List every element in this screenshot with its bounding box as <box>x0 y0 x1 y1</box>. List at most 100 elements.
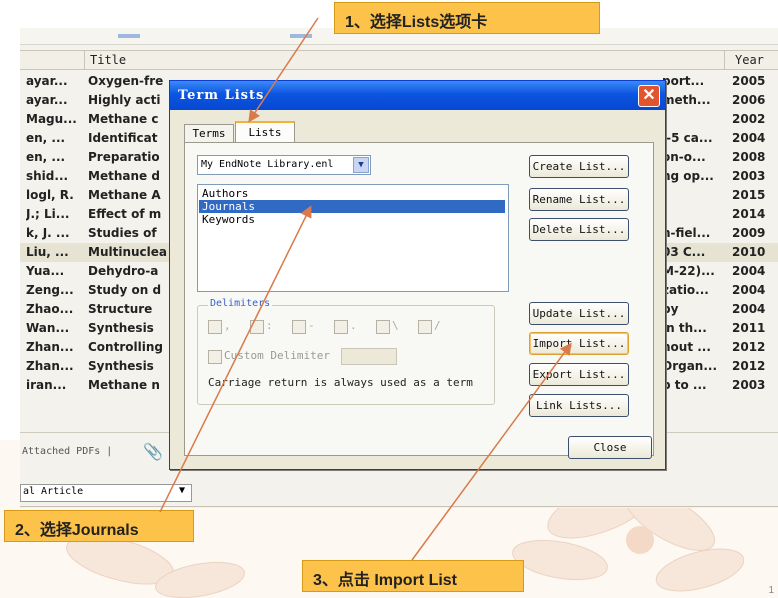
cell-title: Structure <box>88 302 153 316</box>
delimiter-checkbox[interactable] <box>292 320 306 334</box>
delimiter-label: - <box>308 319 315 332</box>
delimiter-label: . <box>350 319 357 332</box>
tab-terms[interactable]: Terms <box>184 124 234 142</box>
cell-author: Magu... <box>26 112 77 126</box>
cell-author: Yua... <box>26 264 65 278</box>
cell-right: 03 C... <box>662 245 706 259</box>
cell-year: 2012 <box>732 340 766 354</box>
cell-author: Zhan... <box>26 359 74 373</box>
cell-right: ng op... <box>662 169 714 183</box>
link-lists-button[interactable]: Link Lists... <box>529 394 629 417</box>
cell-right: zatio... <box>662 283 709 297</box>
term-lists-dialog: Term Lists ✕ Terms Lists My EndNote Libr… <box>169 80 666 470</box>
rename-list-button[interactable]: Rename List... <box>529 188 629 211</box>
cell-title: Dehydro-a <box>88 264 159 278</box>
chevron-down-icon: ▼ <box>178 485 185 496</box>
delimiter-label: , <box>224 319 231 332</box>
cell-year: 2003 <box>732 169 766 183</box>
cell-right: Organ... <box>662 359 718 373</box>
cell-title: Methane c <box>88 112 159 126</box>
list-item-keywords[interactable]: Keywords <box>199 213 505 226</box>
cell-author: Zhan... <box>26 340 74 354</box>
divider <box>20 506 778 507</box>
cell-title: Preparatio <box>88 150 160 164</box>
reference-type-select[interactable]: al Article ▼ <box>20 484 192 502</box>
delete-list-button[interactable]: Delete List... <box>529 218 629 241</box>
cell-title: Multinuclea <box>88 245 167 259</box>
cell-right: on-o... <box>662 150 706 164</box>
cell-author: Zeng... <box>26 283 74 297</box>
cell-author: Wan... <box>26 321 70 335</box>
tab-lists[interactable]: Lists <box>235 121 295 143</box>
delimiter-label: \ <box>392 319 399 332</box>
column-year[interactable]: Year <box>735 53 764 67</box>
term-lists-listbox[interactable]: Authors Journals Keywords <box>197 184 509 292</box>
dialog-titlebar[interactable]: Term Lists ✕ <box>170 81 665 110</box>
paperclip-icon[interactable]: 📎 <box>143 442 163 462</box>
cell-year: 2002 <box>732 112 766 126</box>
cell-year: 2014 <box>732 207 766 221</box>
column-title[interactable]: Title <box>90 53 126 67</box>
cell-year: 2003 <box>732 378 766 392</box>
toolbar-marker <box>290 34 312 38</box>
list-item-journals[interactable]: Journals <box>199 200 505 213</box>
cell-year: 2011 <box>732 321 766 335</box>
callout-step-1: 1、选择Lists选项卡 <box>334 2 600 34</box>
delimiter-checkbox[interactable] <box>208 320 222 334</box>
cell-author: Zhao... <box>26 302 74 316</box>
close-icon[interactable]: ✕ <box>638 85 660 107</box>
cell-title: Identificat <box>88 131 158 145</box>
toolbar-marker <box>118 34 140 38</box>
delimiter-checkbox[interactable] <box>250 320 264 334</box>
cell-author: Liu, ... <box>26 245 69 259</box>
cell-title: Methane d <box>88 169 160 183</box>
dialog-title: Term Lists <box>178 88 265 103</box>
cell-year: 2004 <box>732 283 766 297</box>
cell-year: 2008 <box>732 150 766 164</box>
cell-right: p to ... <box>662 378 707 392</box>
cell-year: 2005 <box>732 74 766 88</box>
cell-author: logl, R. <box>26 188 74 202</box>
cell-title: Synthesis <box>88 359 154 373</box>
cell-author: iran... <box>26 378 67 392</box>
library-select[interactable]: My EndNote Library.enl ▼ <box>197 155 371 175</box>
reference-list-header: Title Year <box>20 50 778 70</box>
cell-title: Study on d <box>88 283 162 297</box>
cell-year: 2012 <box>732 359 766 373</box>
page-number: 1 <box>768 585 774 596</box>
delimiters-group: Delimiters , : - . \ / Custom Delimiter … <box>197 298 495 405</box>
delimiter-checkbox[interactable] <box>334 320 348 334</box>
cell-year: 2009 <box>732 226 766 240</box>
cell-right: in th... <box>662 321 707 335</box>
cell-right: py <box>662 302 679 316</box>
cell-title: Highly acti <box>88 93 161 107</box>
attached-pdfs-label[interactable]: Attached PDFs | <box>22 446 112 457</box>
create-list-button[interactable]: Create List... <box>529 155 629 178</box>
import-list-button[interactable]: Import List... <box>529 332 629 355</box>
cell-year: 2004 <box>732 131 766 145</box>
cell-right: h-fiel... <box>662 226 711 240</box>
update-list-button[interactable]: Update List... <box>529 302 629 325</box>
list-item-authors[interactable]: Authors <box>199 187 505 200</box>
delimiter-checkbox[interactable] <box>418 320 432 334</box>
custom-delimiter-field[interactable] <box>341 348 397 365</box>
cell-right: hout ... <box>662 340 711 354</box>
cell-title: Studies of <box>88 226 157 240</box>
custom-delimiter-checkbox[interactable] <box>208 350 222 364</box>
close-button[interactable]: Close <box>568 436 652 459</box>
carriage-return-note: Carriage return is always used as a term <box>208 376 473 389</box>
cell-author: J.; Li... <box>26 207 70 221</box>
custom-delimiter-label: Custom Delimiter <box>224 349 330 362</box>
chevron-down-icon[interactable]: ▼ <box>353 157 369 173</box>
cell-year: 2004 <box>732 264 766 278</box>
cell-title: Methane n <box>88 378 160 392</box>
delimiter-checkbox[interactable] <box>376 320 390 334</box>
cell-year: 2004 <box>732 302 766 316</box>
cell-right: M-22)... <box>662 264 715 278</box>
cell-title: Synthesis <box>88 321 154 335</box>
cell-year: 2015 <box>732 188 766 202</box>
cell-title: Oxygen-fre <box>88 74 164 88</box>
callout-step-3: 3、点击 Import List <box>302 560 524 592</box>
export-list-button[interactable]: Export List... <box>529 363 629 386</box>
cell-year: 2006 <box>732 93 766 107</box>
